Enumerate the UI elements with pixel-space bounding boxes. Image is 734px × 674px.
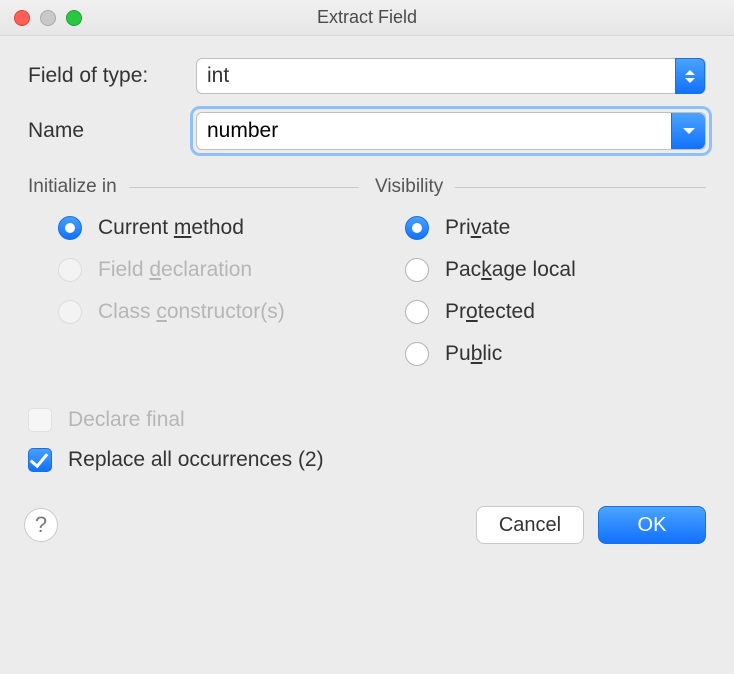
dropdown-icon[interactable] [671, 113, 705, 149]
checkbox-icon[interactable] [28, 448, 52, 472]
initialize-in-group: Initialize in Current method Field decla… [28, 176, 369, 384]
radio-label: Private [445, 216, 510, 240]
radio-icon [58, 300, 82, 324]
radio-label: Public [445, 342, 502, 366]
radio-label: Class constructor(s) [98, 300, 285, 324]
radio-label: Protected [445, 300, 535, 324]
radio-class-constructor: Class constructor(s) [58, 300, 359, 324]
radio-label: Current method [98, 216, 244, 240]
dialog-footer: ? Cancel OK [28, 506, 706, 544]
field-type-label: Field of type: [28, 64, 196, 88]
radio-private[interactable]: Private [405, 216, 706, 240]
checkbox-declare-final: Declare final [28, 408, 706, 432]
checkbox-replace-all[interactable]: Replace all occurrences (2) [28, 448, 706, 472]
checkbox-icon [28, 408, 52, 432]
ok-button[interactable]: OK [598, 506, 706, 544]
help-button[interactable]: ? [24, 508, 58, 542]
field-type-combobox[interactable]: int [196, 58, 706, 94]
radio-icon[interactable] [405, 342, 429, 366]
visibility-header: Visibility [375, 176, 443, 198]
visibility-group: Visibility Private Package local Protect… [369, 176, 706, 384]
close-window-button[interactable] [14, 10, 30, 26]
divider [129, 187, 359, 188]
radio-icon[interactable] [58, 216, 82, 240]
radio-icon [58, 258, 82, 282]
checkbox-label: Declare final [68, 408, 185, 432]
radio-package-local[interactable]: Package local [405, 258, 706, 282]
radio-label: Field declaration [98, 258, 252, 282]
divider [455, 187, 706, 188]
cancel-button[interactable]: Cancel [476, 506, 584, 544]
name-input[interactable] [197, 113, 671, 149]
radio-protected[interactable]: Protected [405, 300, 706, 324]
field-type-value: int [207, 64, 229, 88]
initialize-in-header: Initialize in [28, 176, 117, 198]
radio-current-method[interactable]: Current method [58, 216, 359, 240]
stepper-icon[interactable] [675, 58, 705, 94]
window-title: Extract Field [12, 7, 722, 28]
radio-field-declaration: Field declaration [58, 258, 359, 282]
checkbox-label: Replace all occurrences (2) [68, 448, 324, 472]
name-combobox[interactable] [196, 112, 706, 150]
radio-icon[interactable] [405, 216, 429, 240]
minimize-window-button [40, 10, 56, 26]
name-row: Name [28, 112, 706, 150]
radio-icon[interactable] [405, 300, 429, 324]
name-label: Name [28, 119, 196, 143]
field-type-row: Field of type: int [28, 58, 706, 94]
radio-public[interactable]: Public [405, 342, 706, 366]
radio-icon[interactable] [405, 258, 429, 282]
zoom-window-button[interactable] [66, 10, 82, 26]
traffic-lights [14, 10, 82, 26]
radio-label: Package local [445, 258, 576, 282]
titlebar: Extract Field [0, 0, 734, 36]
